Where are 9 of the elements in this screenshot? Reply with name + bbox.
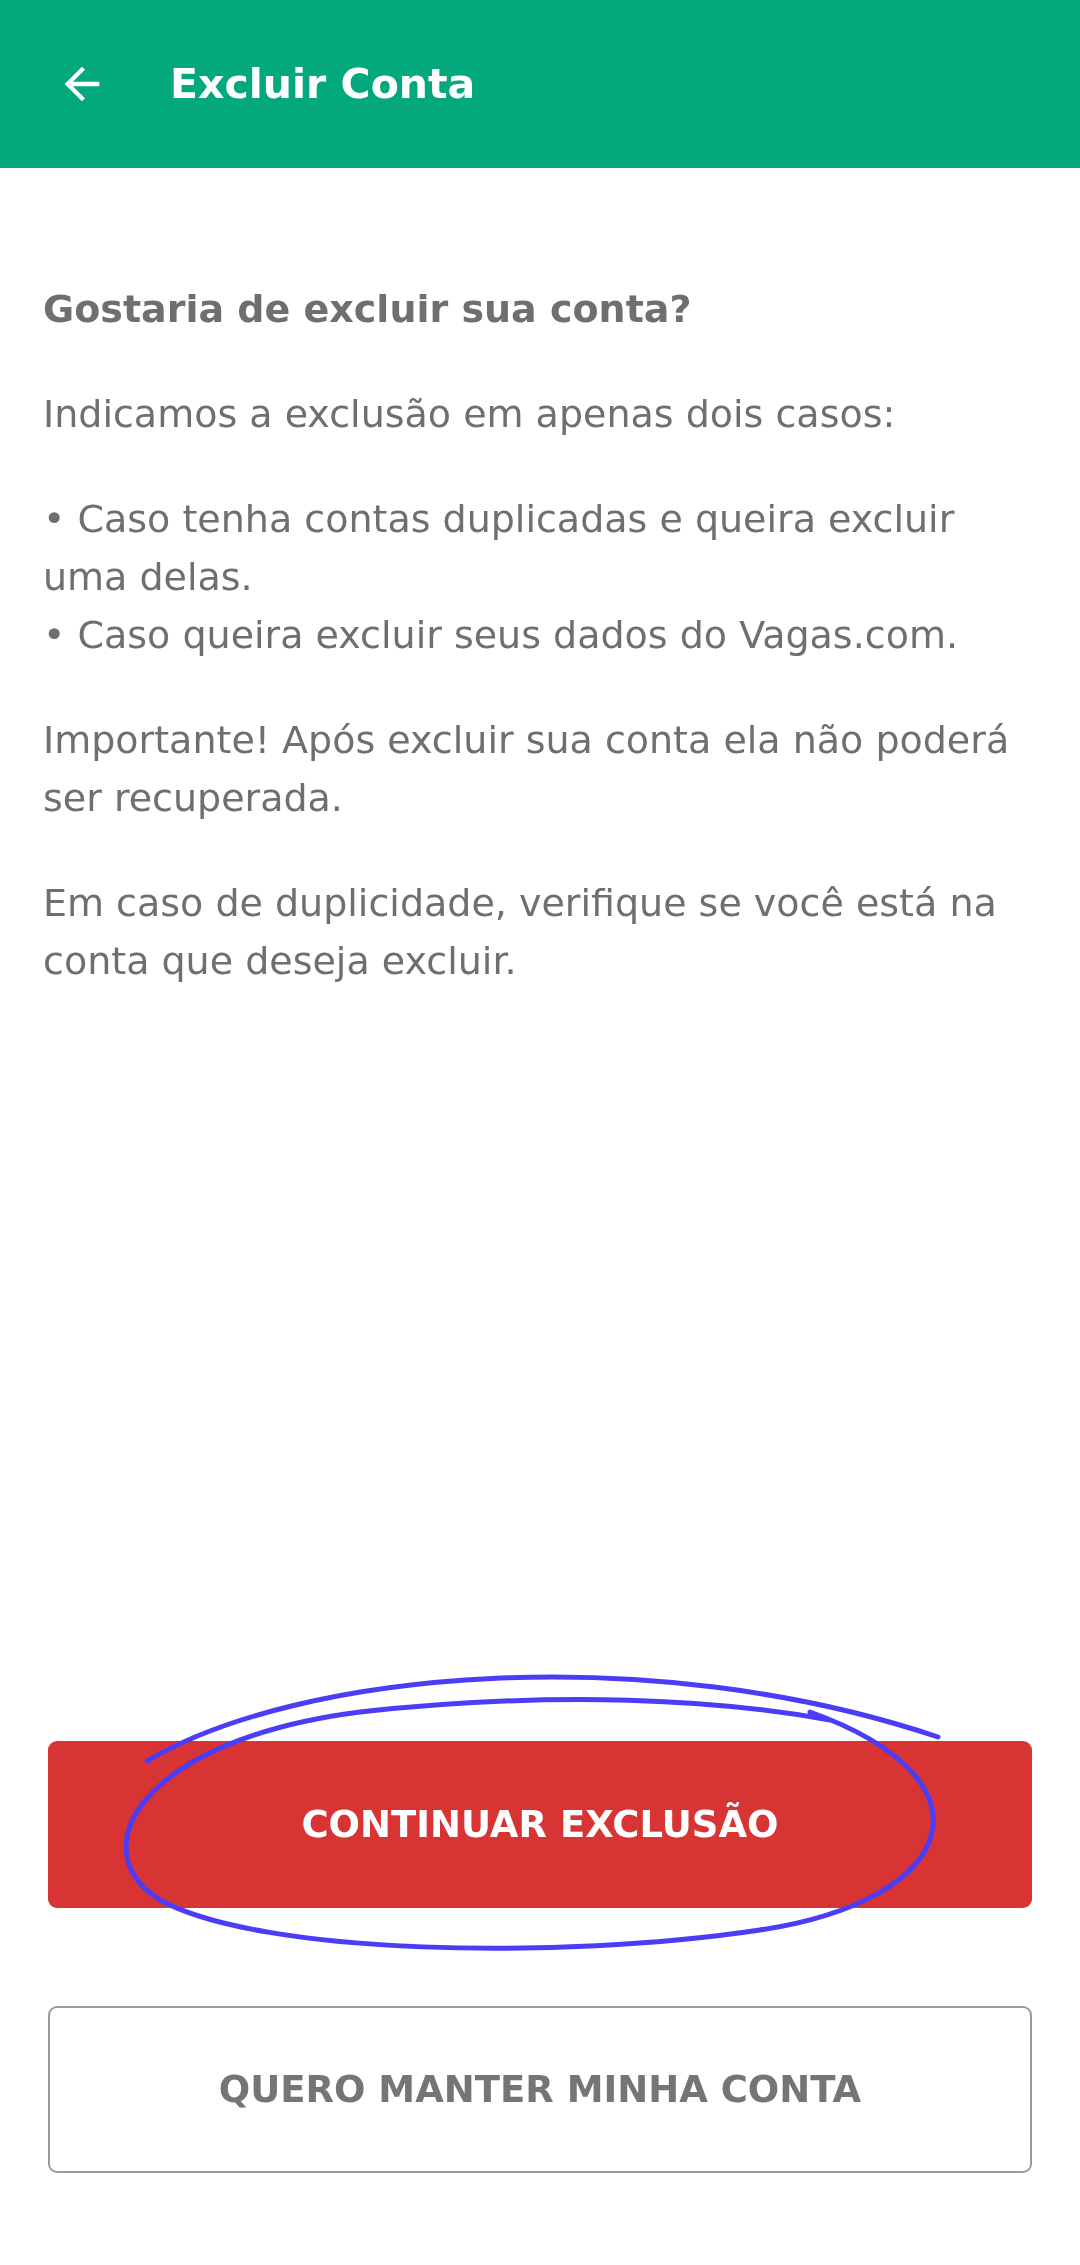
paragraph: Importante! Após excluir sua conta ela não poderá ser recuperada. <box>43 717 1011 822</box>
paragraph: Em caso de duplicidade, verifique se você está na conta que deseja excluir. <box>43 880 998 985</box>
bullet-item: • Caso queira excluir seus dados do Vagas.com. <box>43 612 959 659</box>
continue-deletion-button[interactable]: CONTINUAR EXCLUSÃO <box>48 1741 1032 1908</box>
keep-account-button[interactable]: QUERO MANTER MINHA CONTA <box>48 2006 1032 2173</box>
bullet-item: • Caso tenha contas duplicadas e queira excluir uma delas. <box>43 496 956 601</box>
question-heading: Gostaria de excluir sua conta? <box>43 286 693 333</box>
screen-title: Excluir Conta <box>170 60 476 108</box>
paragraph: Indicamos a exclusão em apenas dois casos: <box>43 391 897 438</box>
